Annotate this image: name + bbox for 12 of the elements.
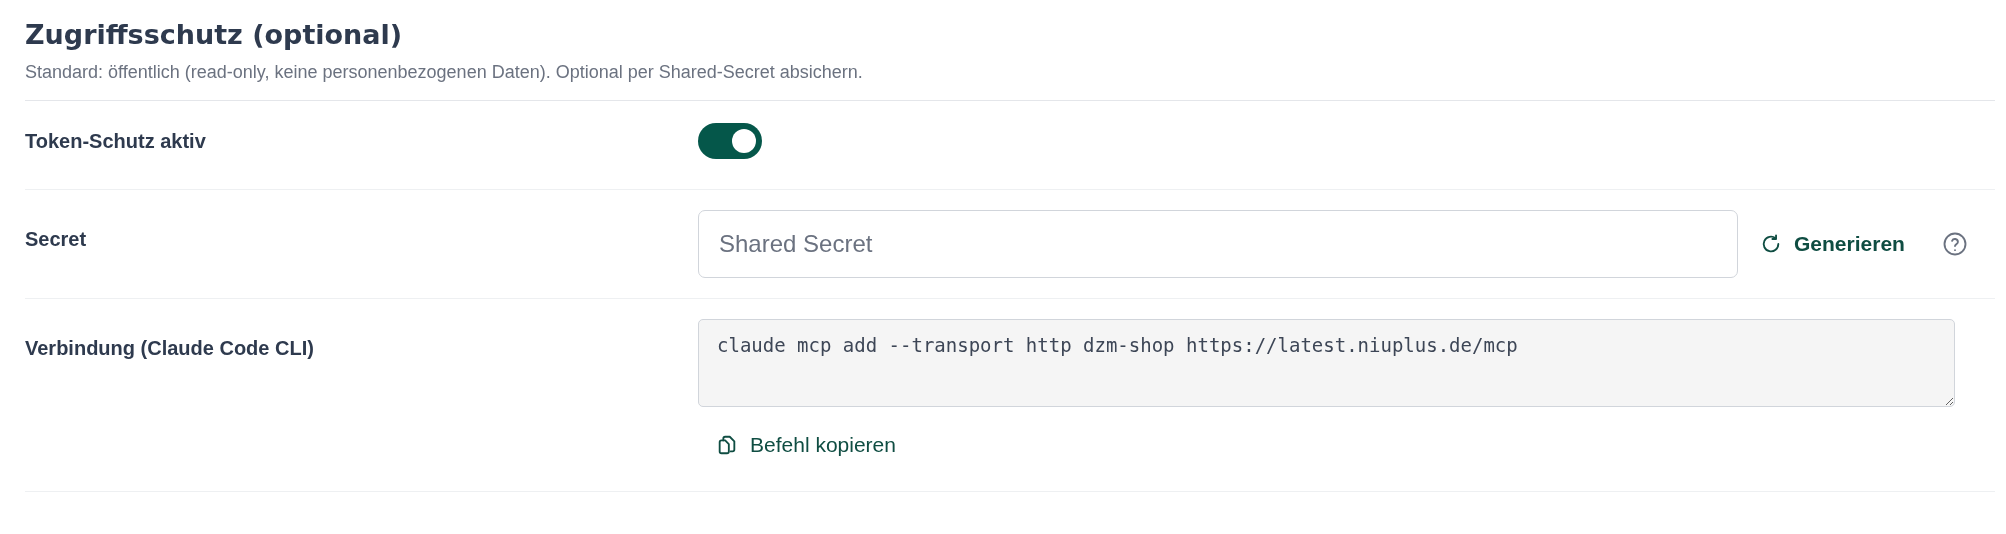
field-label: Secret [25, 227, 88, 252]
secret-field[interactable]: Shared Secret [698, 210, 1738, 278]
refresh-icon [1760, 233, 1782, 255]
field-label: Verbindung (Claude Code CLI) [25, 336, 315, 361]
toggle-switch[interactable] [698, 123, 762, 159]
generate-button[interactable]: Generieren [1752, 226, 1913, 262]
section-title: Zugriffsschutz (optional) [25, 18, 404, 52]
field-label: Token-Schutz aktiv [25, 129, 207, 153]
command-field[interactable]: claude mcp add --transport http dzm-shop https://latest.niuplus.de/mcp [698, 319, 1955, 407]
copy-icon [716, 434, 738, 456]
section-description: Standard: öffentlich (read-only, keine personenbezogenen Daten). Optional per Shared-Secret absichern. [25, 62, 864, 83]
copy-command-button[interactable]: Befehl kopieren [708, 427, 904, 463]
